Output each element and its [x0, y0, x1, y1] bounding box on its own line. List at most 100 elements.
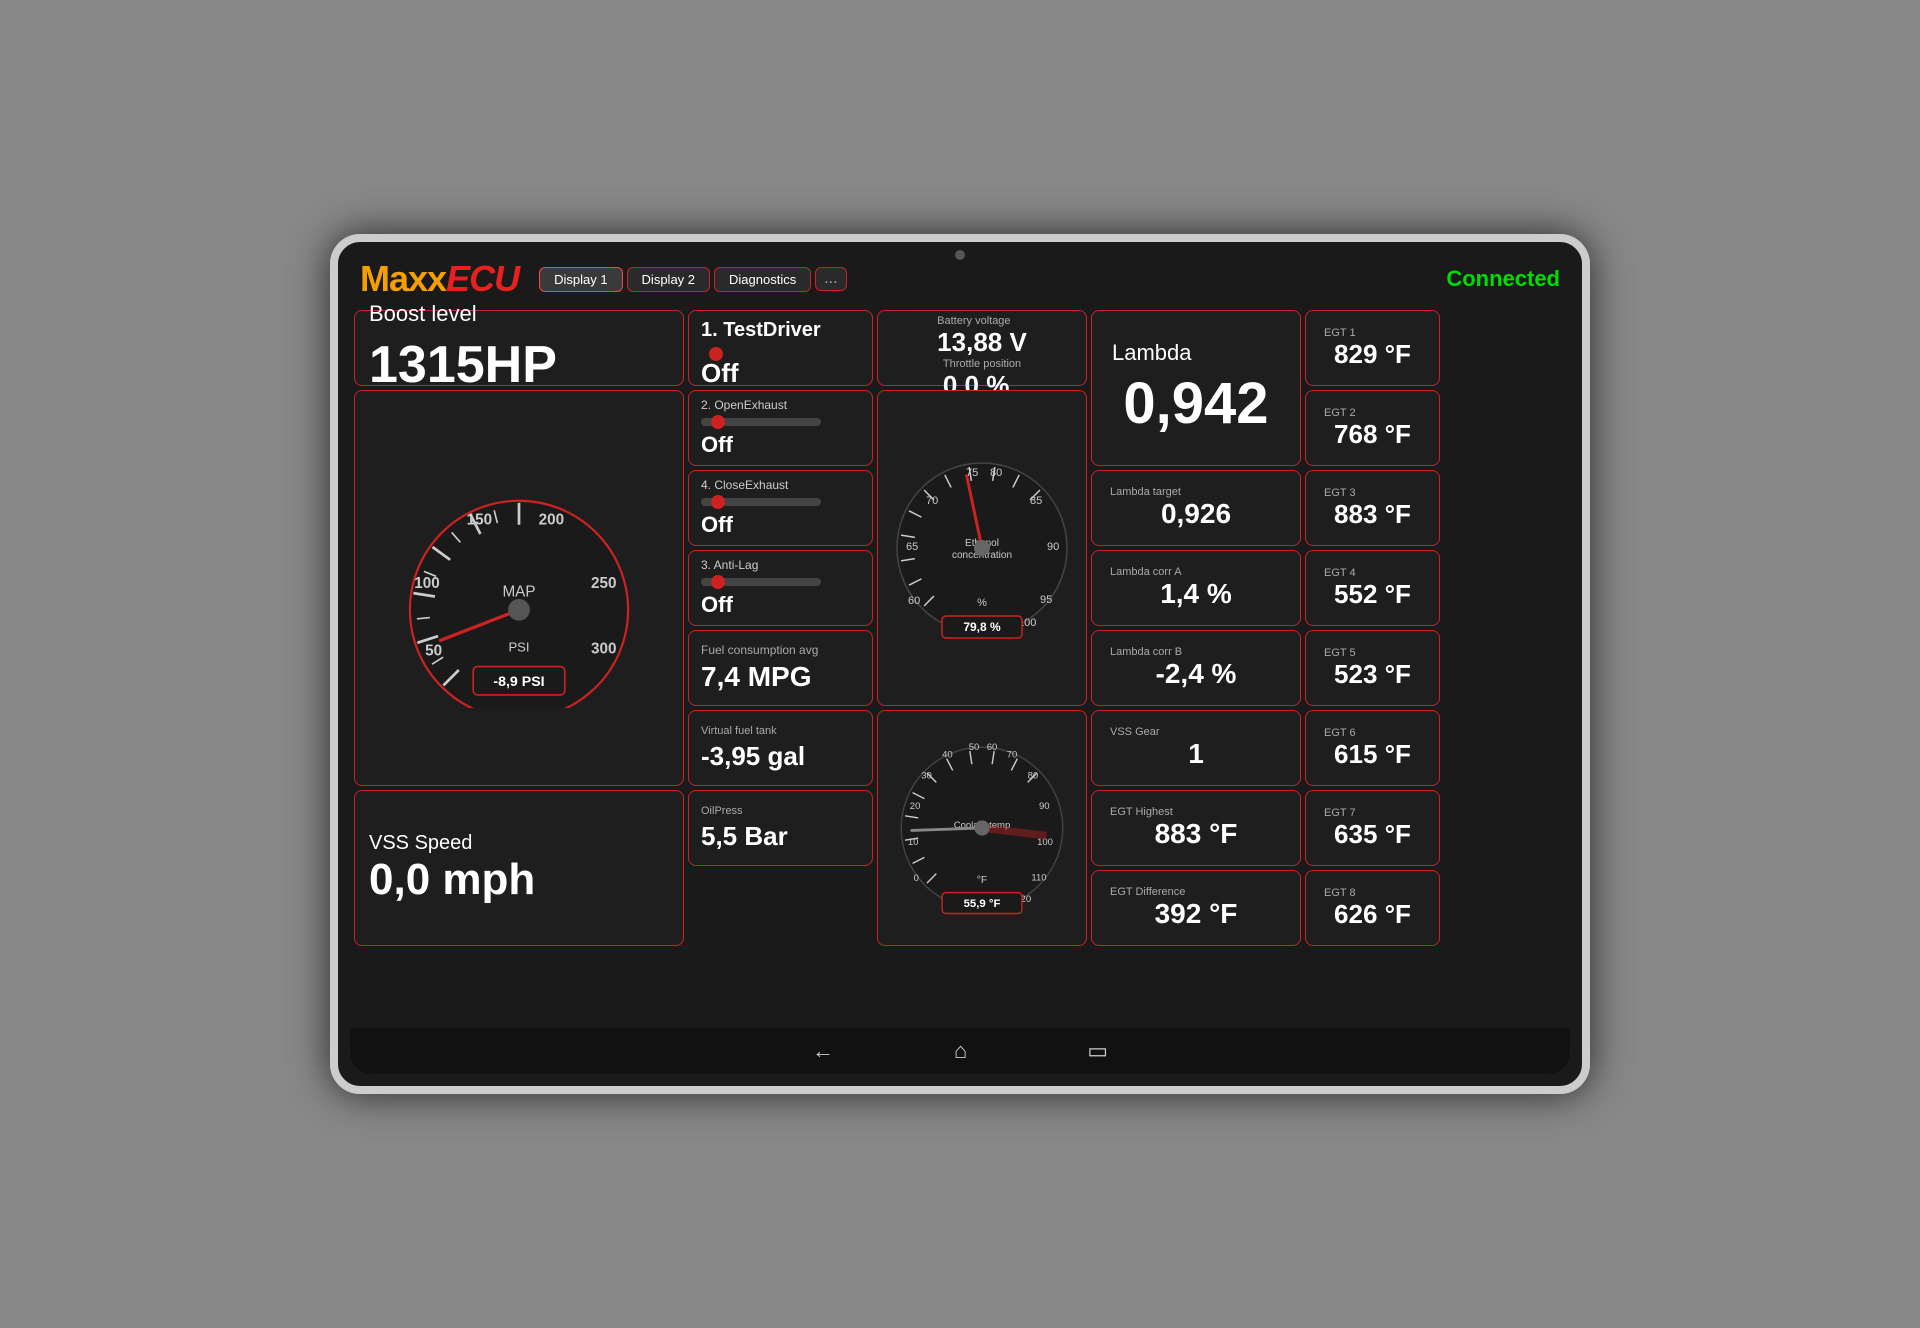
svg-text:79,8 %: 79,8 % — [963, 620, 1001, 634]
svg-text:PSI: PSI — [508, 639, 529, 654]
svg-text:-8,9 PSI: -8,9 PSI — [493, 674, 544, 690]
anti-lag-value: Off — [701, 592, 733, 618]
close-exhaust-label: 4. CloseExhaust — [701, 478, 788, 492]
fuel-value: 7,4 MPG — [701, 661, 811, 693]
egt8-card: EGT 8 626 °F — [1305, 870, 1440, 946]
egt7-value: 635 °F — [1334, 819, 1411, 850]
svg-text:60: 60 — [987, 742, 998, 753]
vss-gear-card: VSS Gear 1 — [1091, 710, 1301, 786]
recent-button[interactable]: ▭ — [1087, 1038, 1108, 1064]
ethanol-gauge-card: 60 65 70 75 80 85 90 95 100 Ethanol conc… — [877, 390, 1087, 706]
testdriver-card: 1. TestDriver Off — [688, 310, 873, 386]
svg-text:80: 80 — [990, 467, 1002, 479]
egt6-card: EGT 6 615 °F — [1305, 710, 1440, 786]
vss-gear-value: 1 — [1188, 738, 1204, 770]
egt3-value: 883 °F — [1334, 499, 1411, 530]
home-button[interactable]: ⌂ — [954, 1038, 967, 1064]
back-button[interactable]: ← — [812, 1038, 834, 1064]
egt-diff-label: EGT Difference — [1110, 886, 1185, 898]
svg-text:100: 100 — [414, 575, 439, 592]
vss-gear-label: VSS Gear — [1110, 726, 1160, 738]
svg-text:0: 0 — [914, 873, 919, 884]
svg-text:70: 70 — [926, 495, 938, 507]
egt7-label: EGT 7 — [1324, 807, 1356, 819]
map-gauge-svg: 50 100 150 200 250 300 MAP PSI - — [369, 468, 669, 708]
boost-value: 1315HP — [369, 335, 557, 395]
virtual-fuel-card: Virtual fuel tank -3,95 gal — [688, 710, 873, 786]
virtual-fuel-value: -3,95 gal — [701, 741, 805, 772]
egt8-value: 626 °F — [1334, 899, 1411, 930]
svg-text:MAP: MAP — [502, 584, 535, 601]
egt-highest-value: 883 °F — [1155, 818, 1238, 850]
dashboard-grid: Boost level 1315HP — [350, 306, 1570, 1028]
tablet: MaxxECU Display 1 Display 2 Diagnostics … — [330, 234, 1590, 1094]
lambda-target-value: 0,926 — [1161, 498, 1231, 530]
egt5-value: 523 °F — [1334, 659, 1411, 690]
vss-value: 0,0 mph — [369, 855, 535, 905]
egt4-label: EGT 4 — [1324, 567, 1356, 579]
fuel-consumption-card: Fuel consumption avg 7,4 MPG — [688, 630, 873, 706]
svg-text:70: 70 — [1007, 750, 1018, 761]
tab-display1[interactable]: Display 1 — [539, 267, 622, 292]
svg-text:90: 90 — [1047, 541, 1059, 553]
coolant-gauge-svg: 0 10 20 30 40 50 60 70 80 90 100 110 120… — [887, 728, 1077, 928]
lambda-corr-a-card: Lambda corr A 1,4 % — [1091, 550, 1301, 626]
coolant-gauge-card: 0 10 20 30 40 50 60 70 80 90 100 110 120… — [877, 710, 1087, 946]
open-exhaust-card: 2. OpenExhaust Off — [688, 390, 873, 466]
open-exhaust-label: 2. OpenExhaust — [701, 398, 787, 412]
map-gauge-card: 50 100 150 200 250 300 MAP PSI - — [354, 390, 684, 786]
ethanol-gauge-svg: 60 65 70 75 80 85 90 95 100 Ethanol conc… — [882, 448, 1082, 648]
oilpress-value: 5,5 Bar — [701, 821, 788, 852]
header: MaxxECU Display 1 Display 2 Diagnostics … — [350, 254, 1570, 306]
vss-label: VSS Speed — [369, 832, 472, 855]
egt1-label: EGT 1 — [1324, 327, 1356, 339]
vss-speed-card: VSS Speed 0,0 mph — [354, 790, 684, 946]
virtual-fuel-label: Virtual fuel tank — [701, 725, 777, 737]
tab-diagnostics[interactable]: Diagnostics — [714, 267, 811, 292]
lambda-corr-b-label: Lambda corr B — [1110, 646, 1182, 658]
close-exhaust-value: Off — [701, 512, 733, 538]
svg-text:°F: °F — [977, 875, 988, 886]
boost-card: Boost level 1315HP — [354, 310, 684, 386]
testdriver-dot — [709, 347, 723, 361]
boost-label: Boost level — [369, 301, 477, 327]
svg-text:90: 90 — [1039, 801, 1050, 812]
lambda-corr-a-value: 1,4 % — [1160, 578, 1232, 610]
svg-text:40: 40 — [942, 750, 953, 761]
svg-text:50: 50 — [969, 742, 980, 753]
fuel-label: Fuel consumption avg — [701, 643, 818, 657]
anti-lag-label: 3. Anti-Lag — [701, 558, 758, 572]
svg-text:250: 250 — [591, 575, 616, 592]
oilpress-label: OilPress — [701, 805, 743, 817]
egt4-card: EGT 4 552 °F — [1305, 550, 1440, 626]
svg-text:30: 30 — [921, 771, 932, 782]
battery-throttle-card: Battery voltage 13,88 V Throttle positio… — [877, 310, 1087, 386]
egt3-label: EGT 3 — [1324, 487, 1356, 499]
egt7-card: EGT 7 635 °F — [1305, 790, 1440, 866]
egt5-card: EGT 5 523 °F — [1305, 630, 1440, 706]
svg-text:55,9 °F: 55,9 °F — [964, 898, 1001, 910]
egt1-value: 829 °F — [1334, 339, 1411, 370]
logo: MaxxECU — [360, 258, 519, 300]
egt1-card: EGT 1 829 °F — [1305, 310, 1440, 386]
egt-difference-card: EGT Difference 392 °F — [1091, 870, 1301, 946]
open-exhaust-value: Off — [701, 432, 733, 458]
connection-status: Connected — [1446, 266, 1560, 292]
egt-highest-label: EGT Highest — [1110, 806, 1173, 818]
egt4-value: 552 °F — [1334, 579, 1411, 610]
battery-label: Battery voltage — [937, 315, 1027, 327]
logo-ecu: ECU — [446, 258, 519, 299]
egt-diff-value: 392 °F — [1155, 898, 1238, 930]
anti-lag-card: 3. Anti-Lag Off — [688, 550, 873, 626]
tab-more[interactable]: ... — [815, 267, 846, 291]
oilpress-card: OilPress 5,5 Bar — [688, 790, 873, 866]
svg-text:200: 200 — [539, 512, 564, 529]
lambda-label: Lambda — [1112, 340, 1192, 366]
battery-value: 13,88 V — [937, 327, 1027, 358]
svg-text:60: 60 — [908, 595, 920, 607]
testdriver-label: 1. TestDriver — [701, 319, 821, 342]
lambda-target-label: Lambda target — [1110, 486, 1181, 498]
testdriver-value: Off — [701, 358, 739, 389]
tab-bar: Display 1 Display 2 Diagnostics ... — [539, 267, 846, 292]
tab-display2[interactable]: Display 2 — [627, 267, 710, 292]
